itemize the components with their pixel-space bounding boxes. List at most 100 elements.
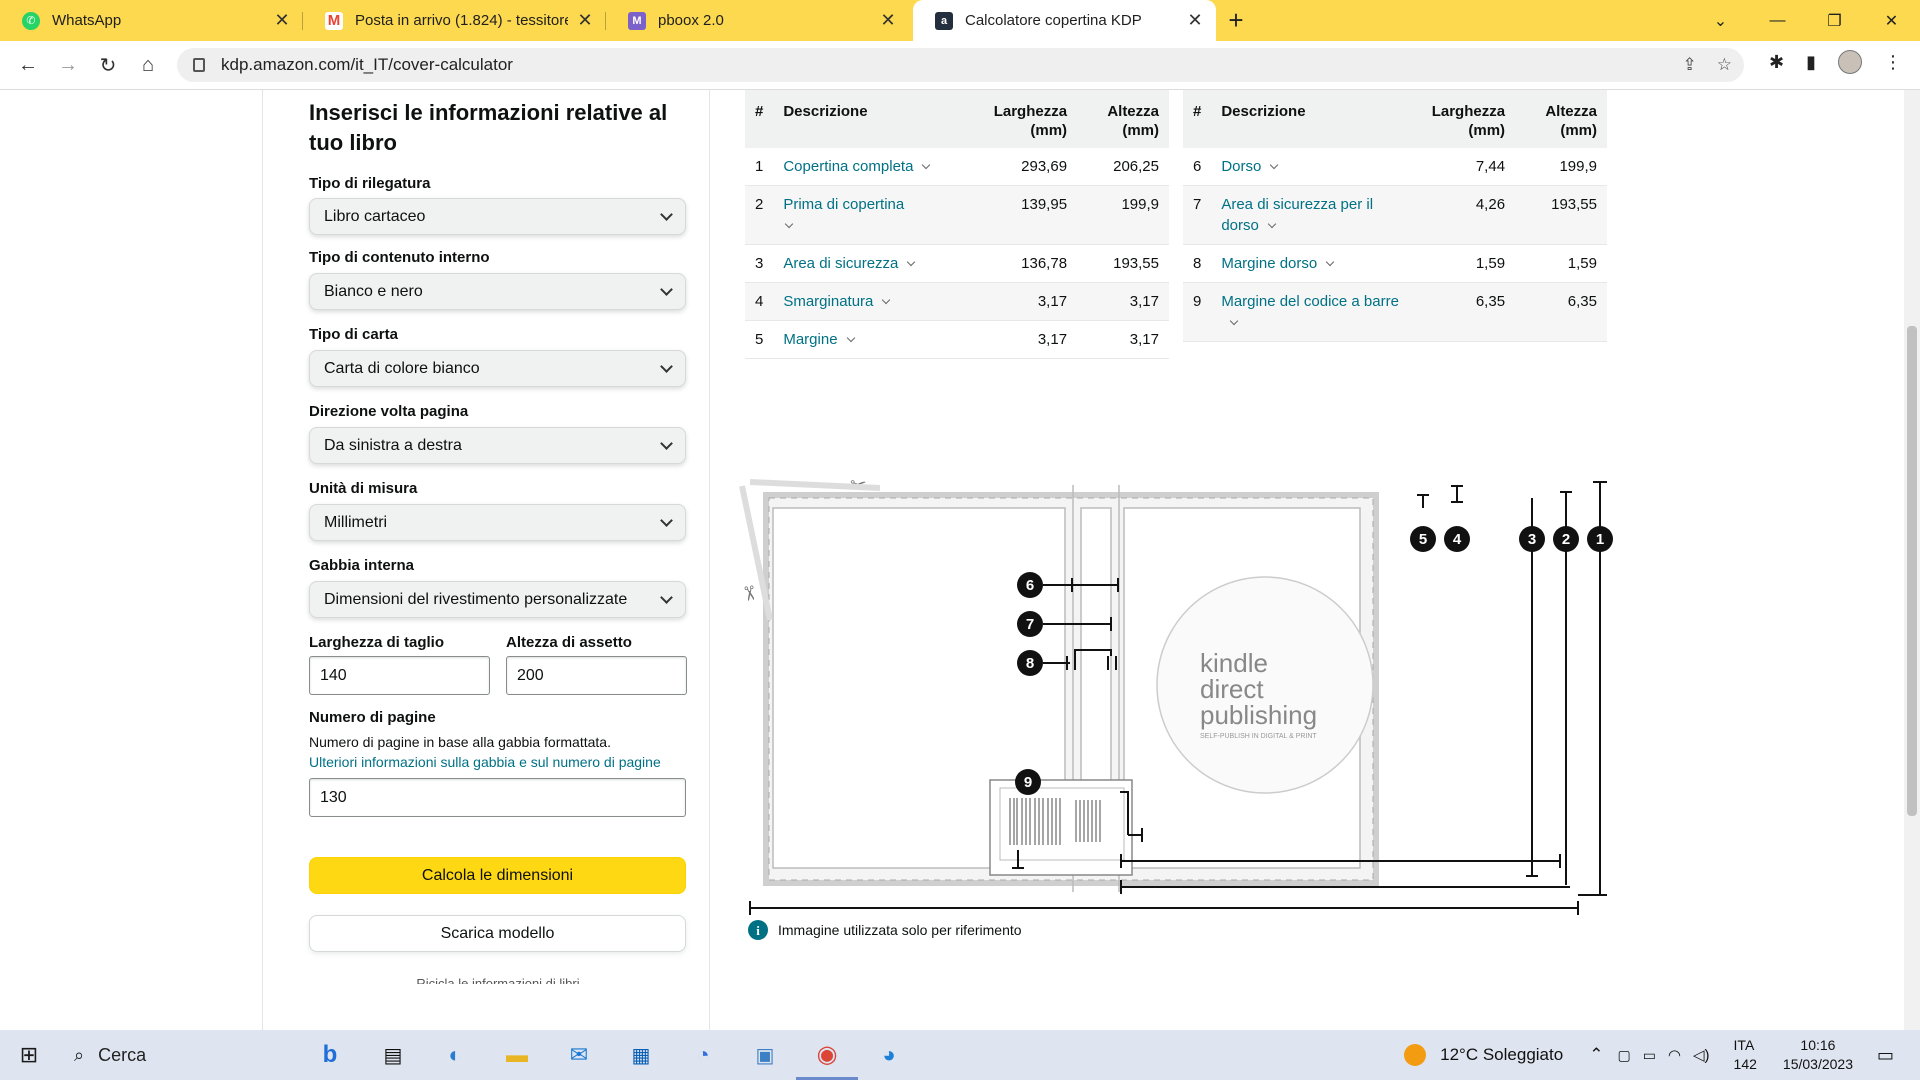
paper-select[interactable]: Carta di colore bianco — [309, 350, 686, 387]
svg-text:7: 7 — [1026, 616, 1034, 633]
width-label: Larghezza di taglio — [309, 634, 445, 651]
row-height: 1,59 — [1515, 244, 1607, 283]
file-explorer-icon[interactable]: ▬ — [486, 1042, 548, 1068]
wifi-icon[interactable]: ◠ — [1668, 1046, 1681, 1064]
tab-strip: ✆ WhatsApp ✕ M Posta in arrivo (1.824) -… — [0, 0, 1920, 41]
dimensions-table-left: # Descrizione Larghezza (mm) Altezza (mm… — [745, 90, 1169, 359]
battery-icon[interactable]: ▭ — [1643, 1047, 1656, 1064]
avatar[interactable] — [1838, 50, 1862, 74]
chevron-down-icon[interactable]: ⌄ — [1692, 11, 1749, 31]
bookmark-star-icon[interactable]: ☆ — [1717, 55, 1732, 75]
row-desc-text: Copertina completa — [783, 158, 914, 175]
row-width: 139,95 — [973, 185, 1078, 245]
menu-icon[interactable]: ⋮ — [1884, 52, 1902, 73]
row-desc[interactable]: Prima di copertina — [773, 185, 974, 245]
table-row: 5 Margine 3,17 3,17 — [745, 320, 1169, 359]
height-input[interactable]: 200 — [506, 656, 687, 695]
notifications-icon[interactable]: ▭ — [1877, 1045, 1894, 1066]
restore-icon[interactable]: ❐ — [1806, 11, 1863, 31]
width-group: Larghezza di taglio 140 — [309, 634, 490, 695]
chevron-up-icon[interactable]: ⌃ — [1589, 1045, 1603, 1065]
row-desc[interactable]: Margine dorso — [1211, 244, 1412, 283]
row-desc[interactable]: Area di sicurezza per il dorso — [1211, 185, 1412, 245]
close-window-icon[interactable]: ✕ — [1863, 11, 1920, 31]
logo-line3: publishing — [1200, 700, 1317, 730]
download-template-button[interactable]: Scarica modello — [309, 915, 686, 952]
clock[interactable]: 10:16 15/03/2023 — [1783, 1036, 1853, 1074]
row-desc[interactable]: Margine del codice a barre — [1211, 282, 1412, 342]
bing-icon[interactable]: b — [298, 1041, 362, 1069]
language-indicator[interactable]: ITA 142 — [1734, 1036, 1757, 1074]
calculate-button[interactable]: Calcola le dimensioni — [309, 857, 686, 894]
svg-text:5: 5 — [1419, 531, 1427, 548]
row-desc[interactable]: Margine — [773, 320, 974, 359]
reload-icon[interactable]: ↻ — [88, 53, 128, 78]
language-code: ITA — [1733, 1037, 1755, 1053]
close-icon[interactable]: ✕ — [273, 10, 291, 31]
svg-text:3: 3 — [1528, 531, 1536, 548]
new-tab-button[interactable]: + — [1216, 0, 1256, 41]
width-input[interactable]: 140 — [309, 656, 490, 695]
store-icon[interactable]: ▦ — [610, 1043, 672, 1068]
extensions-icon[interactable]: ✱ — [1769, 52, 1784, 73]
row-desc[interactable]: Smarginatura — [773, 282, 974, 321]
minimize-icon[interactable]: — — [1749, 12, 1806, 30]
row-num: 6 — [1183, 148, 1212, 186]
chevron-down-icon — [846, 333, 855, 343]
row-width: 136,78 — [973, 244, 1078, 283]
chevron-down-icon — [907, 257, 916, 267]
windows-start-icon[interactable]: ⊞ — [0, 1042, 58, 1068]
weather-text[interactable]: 12°C Soleggiato — [1440, 1045, 1563, 1065]
close-icon[interactable]: ✕ — [576, 10, 594, 31]
app-icon[interactable]: ◕ — [858, 1042, 920, 1068]
edge-icon[interactable]: ◐ — [424, 1042, 486, 1068]
row-desc[interactable]: Area di sicurezza — [773, 244, 974, 283]
close-icon[interactable]: ✕ — [879, 10, 897, 31]
scrollbar-thumb[interactable] — [1907, 326, 1917, 816]
mail-icon[interactable]: ✉ — [548, 1042, 610, 1068]
home-icon[interactable]: ⌂ — [128, 54, 168, 77]
content-value: Bianco e nero — [324, 282, 423, 300]
device-icon[interactable]: ▢ — [1617, 1047, 1630, 1064]
forward-icon[interactable]: → — [48, 54, 88, 77]
direction-select[interactable]: Da sinistra a destra — [309, 427, 686, 464]
tab-title: Calcolatore copertina KDP — [965, 12, 1142, 29]
volume-icon[interactable]: ◁) — [1693, 1046, 1710, 1064]
unit-select[interactable]: Millimetri — [309, 504, 686, 541]
sidepanel-icon[interactable]: ▮ — [1806, 52, 1816, 73]
binding-select[interactable]: Libro cartaceo — [309, 198, 686, 235]
chevron-down-icon — [660, 282, 673, 296]
task-view-icon[interactable]: ▤ — [362, 1043, 424, 1068]
trim-select[interactable]: Dimensioni del rivestimento personalizza… — [309, 581, 686, 618]
marker-1: 1 — [1587, 526, 1613, 552]
content-select[interactable]: Bianco e nero — [309, 273, 686, 310]
row-desc[interactable]: Dorso — [1211, 148, 1412, 186]
row-width: 3,17 — [973, 320, 1078, 359]
chevron-down-icon — [922, 160, 931, 170]
row-width: 7,44 — [1411, 148, 1516, 186]
chat-icon[interactable]: ◔ — [672, 1042, 734, 1068]
share-icon[interactable]: ⇪ — [1683, 55, 1697, 75]
tab-gmail[interactable]: M Posta in arrivo (1.824) - tessitores ✕ — [303, 0, 606, 41]
pages-input[interactable]: 130 — [309, 778, 686, 817]
chrome-icon[interactable]: ◉ — [796, 1030, 858, 1080]
back-icon[interactable]: ← — [8, 54, 48, 77]
row-desc-text: Margine del codice a barre — [1221, 293, 1399, 310]
col-height: Altezza (mm) — [1077, 90, 1169, 148]
tab-whatsapp[interactable]: ✆ WhatsApp ✕ — [0, 0, 303, 41]
taskbar-search[interactable]: ⌕ Cerca — [58, 1030, 298, 1080]
row-desc[interactable]: Copertina completa — [773, 148, 974, 186]
page-scrollbar[interactable] — [1904, 90, 1920, 1030]
tab-kdp-calculator[interactable]: a Calcolatore copertina KDP ✕ — [913, 0, 1216, 41]
col-desc: Descrizione — [773, 90, 974, 148]
pages-info-link[interactable]: Ulteriori informazioni sulla gabbia e su… — [309, 752, 687, 772]
scissors-icon: ✂ — [736, 583, 761, 603]
height-group: Altezza di assetto 200 — [506, 634, 687, 695]
svg-text:8: 8 — [1026, 655, 1034, 672]
close-icon[interactable]: ✕ — [1186, 10, 1204, 31]
chevron-down-icon — [660, 436, 673, 450]
control-panel-icon[interactable]: ▣ — [734, 1043, 796, 1068]
tab-pboox[interactable]: M pboox 2.0 ✕ — [606, 0, 909, 41]
row-num: 3 — [745, 244, 774, 283]
url-field[interactable]: kdp.amazon.com/it_IT/cover-calculator ⇪ … — [177, 48, 1744, 82]
